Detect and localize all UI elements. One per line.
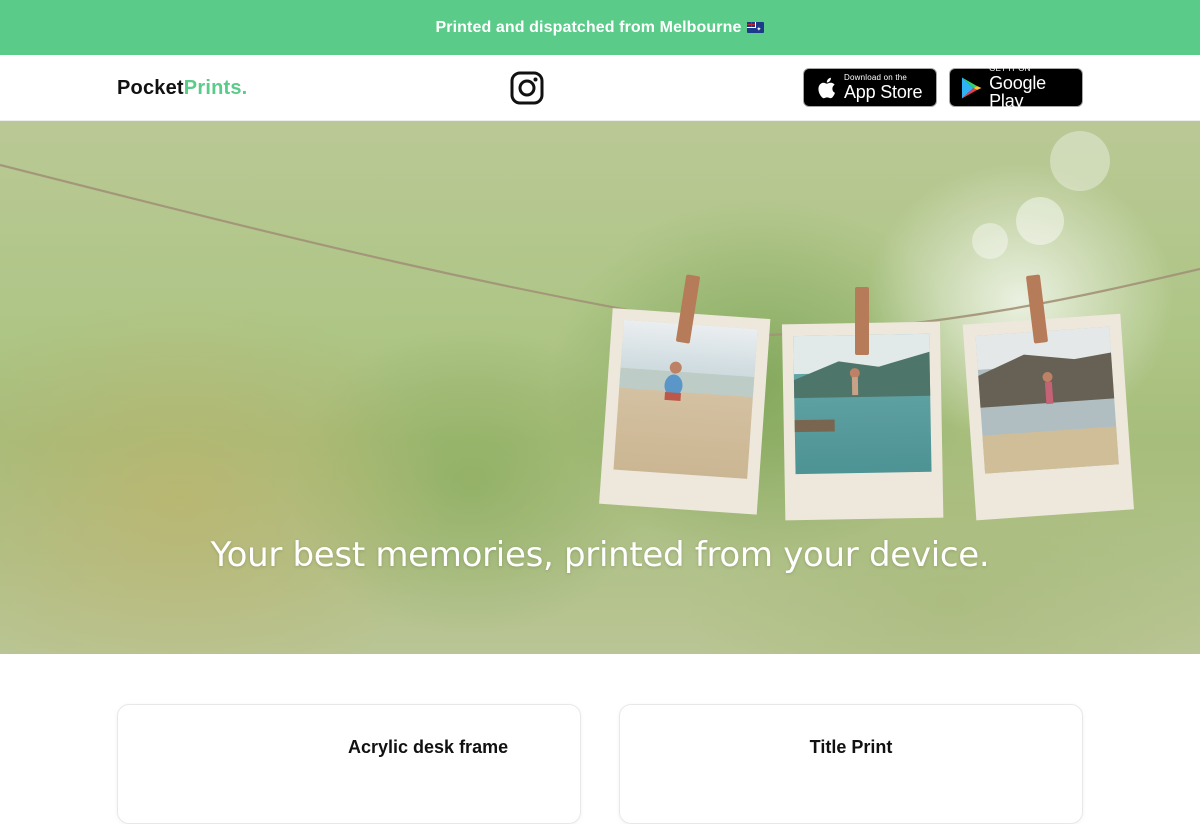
google-play-button[interactable]: GET IT ON Google Play [949,64,1083,111]
hero-headline: Your best memories, printed from your de… [210,535,990,575]
promo-text: Printed and dispatched from Melbourne [435,18,742,36]
google-play-label: Google Play [989,73,1046,111]
logo-accent-text: Prints. [183,77,248,99]
app-store-button[interactable]: Download on the App Store [803,68,937,107]
app-store-small-label: Download on the [844,73,908,82]
product-section: Acrylic desk frame Title Print [0,654,1200,824]
logo-primary-text: Pocket [117,77,184,99]
instagram-icon[interactable] [510,71,544,105]
google-play-icon [958,76,985,100]
hero-banner: Your best memories, printed from your de… [0,121,1200,654]
site-header: PocketPrints. Download on the App Store [0,55,1200,121]
site-logo[interactable]: PocketPrints. [117,77,247,100]
product-title: Title Print [809,737,893,757]
promo-banner: Printed and dispatched from Melbourne [0,0,1200,55]
app-store-label: App Store [844,82,923,102]
google-play-small-label: GET IT ON [989,64,1031,73]
product-title: Acrylic desk frame [348,737,509,757]
product-card-title-print[interactable]: Title Print [619,704,1083,824]
product-card-acrylic-frame[interactable]: Acrylic desk frame [117,704,581,824]
australia-flag-icon [747,22,765,34]
apple-icon [812,76,840,100]
